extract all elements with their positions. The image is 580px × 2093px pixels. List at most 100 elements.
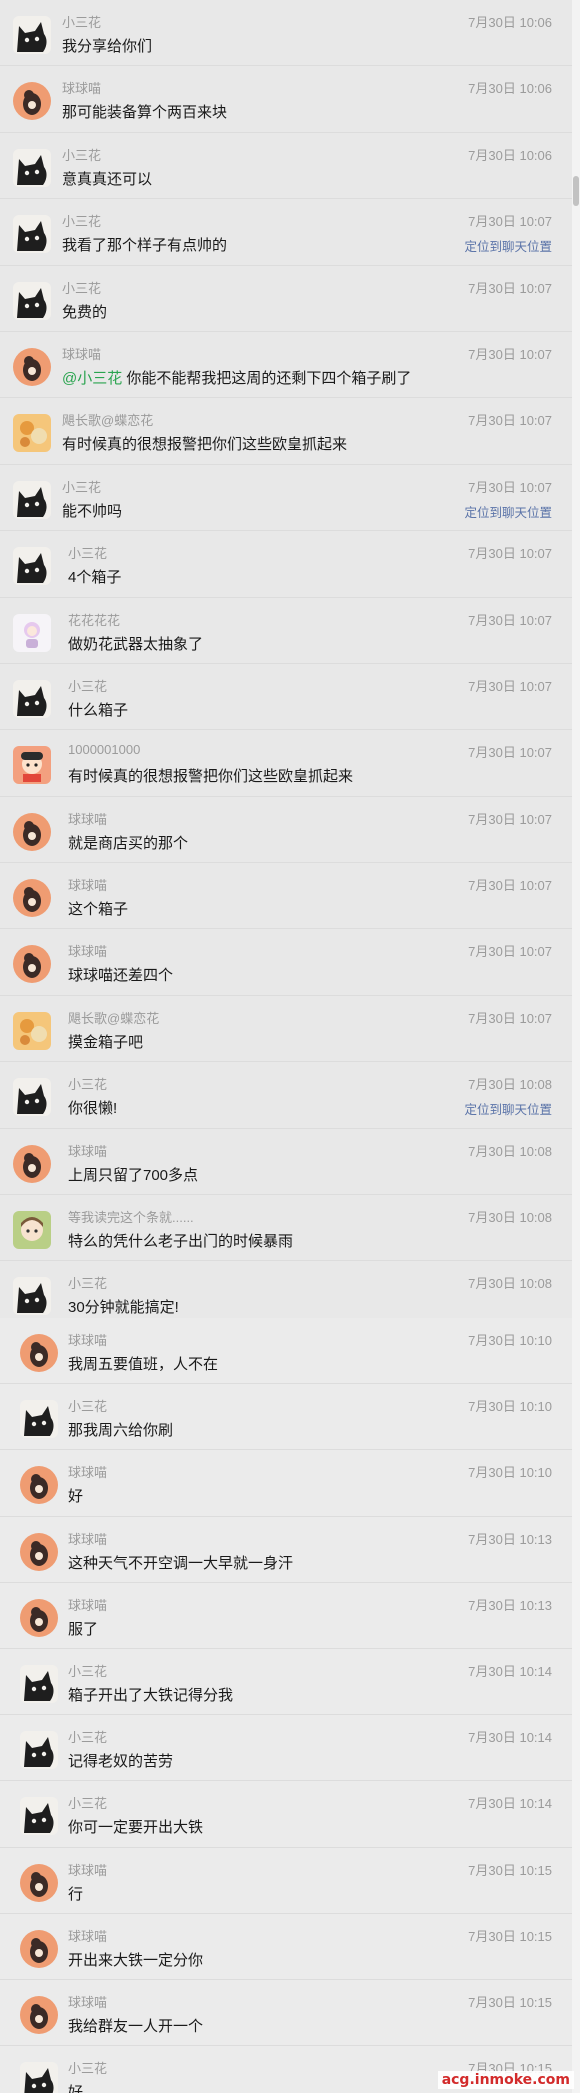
message-row[interactable]: 小三花 7月30日 10:08 你很懒! 定位到聊天位置 xyxy=(0,1062,572,1129)
message-time: 7月30日 10:07 xyxy=(468,413,552,429)
ball-avatar-icon[interactable] xyxy=(13,82,51,121)
ball-avatar-icon[interactable] xyxy=(20,1863,58,1902)
red-avatar-icon[interactable] xyxy=(13,746,51,785)
cat-avatar-icon[interactable] xyxy=(20,1400,58,1439)
sender-name: 球球喵 xyxy=(68,944,108,960)
message-row[interactable]: 等我读完这个条就...... 7月30日 10:08 特么的凭什么老子出门的时候暴雨 xyxy=(0,1195,572,1262)
cat-avatar-icon[interactable] xyxy=(20,2062,58,2093)
message-row[interactable]: 小三花 7月30日 10:10 那我周六给你刷 xyxy=(0,1384,572,1451)
message-time: 7月30日 10:14 xyxy=(468,1663,552,1679)
orange-avatar-icon[interactable] xyxy=(13,414,51,453)
message-row[interactable]: 小三花 7月30日 10:14 你可一定要开出大铁 xyxy=(0,1781,572,1848)
cat-avatar-icon[interactable] xyxy=(20,1664,58,1703)
message-row[interactable]: 小三花 7月30日 10:14 箱子开出了大铁记得分我 xyxy=(0,1649,572,1716)
message-row[interactable]: 球球喵 7月30日 10:13 这种天气不开空调一大早就一身汗 xyxy=(0,1517,572,1583)
ball-avatar-icon[interactable] xyxy=(20,1995,58,2034)
sender-name: 球球喵 xyxy=(68,1597,108,1613)
message-text: 你很懒! xyxy=(68,1100,118,1118)
message-list-top: 小三花 7月30日 10:06 我分享给你们 球球喵 7月30日 10:06 那可能装备算… xyxy=(0,0,572,1318)
cat-avatar-icon[interactable] xyxy=(13,480,51,519)
anime-avatar-icon[interactable] xyxy=(13,1211,51,1250)
message-time: 7月30日 10:10 xyxy=(468,1333,552,1348)
message-text: 就是商店买的那个 xyxy=(68,834,189,852)
cat-avatar-icon[interactable] xyxy=(13,16,51,54)
cat-avatar-icon[interactable] xyxy=(13,148,51,187)
locate-in-chat-link[interactable]: 定位到聊天位置 xyxy=(464,236,552,255)
message-text: 有时候真的很想报警把你们这些欧皇抓起来 xyxy=(62,436,348,454)
message-time: 7月30日 10:15 xyxy=(468,1994,552,2010)
message-text: 意真真还可以 xyxy=(62,170,153,188)
cat-avatar-icon[interactable] xyxy=(13,679,51,718)
message-row[interactable]: 小三花 7月30日 10:07 4个箱子 xyxy=(0,531,572,598)
cat-avatar-icon[interactable] xyxy=(20,1797,58,1836)
message-time: 7月30日 10:06 xyxy=(468,147,552,163)
message-list: 小三花 7月30日 10:06 我分享给你们 球球喵 7月30日 10:06 那可能装备算… xyxy=(0,0,572,1318)
ball-avatar-icon[interactable] xyxy=(20,1466,58,1505)
orange-avatar-icon[interactable] xyxy=(13,1011,51,1050)
message-time: 7月30日 10:07 xyxy=(468,811,552,827)
sender-name: 小三花 xyxy=(68,1663,108,1679)
mention-link[interactable]: @小三花 xyxy=(62,370,122,387)
pink-avatar-icon[interactable] xyxy=(13,613,51,652)
message-row[interactable]: 球球喵 7月30日 10:15 开出来大铁一定分你 xyxy=(0,1914,572,1980)
ball-avatar-icon[interactable] xyxy=(20,1929,58,1968)
ball-avatar-icon[interactable] xyxy=(13,1144,51,1183)
ball-avatar-icon[interactable] xyxy=(20,1532,58,1571)
message-row[interactable]: 球球喵 7月30日 10:10 我周五要值班，人不在 xyxy=(0,1318,572,1385)
message-row[interactable]: 球球喵 7月30日 10:08 上周只留了700多点 xyxy=(0,1129,572,1196)
message-time: 7月30日 10:13 xyxy=(468,1531,552,1547)
ball-avatar-icon[interactable] xyxy=(13,347,51,386)
cat-avatar-icon[interactable] xyxy=(20,1731,58,1770)
message-row[interactable]: 小三花 7月30日 10:07 免费的 xyxy=(0,266,572,332)
message-row[interactable]: 飓长歌@蝶恋花 7月30日 10:07 摸金箱子吧 xyxy=(0,996,572,1063)
sender-name: 球球喵 xyxy=(68,1531,108,1547)
message-row[interactable]: 球球喵 7月30日 10:15 行 xyxy=(0,1848,572,1914)
message-text: 上周只留了700多点 xyxy=(68,1166,199,1184)
message-row[interactable]: 小三花 7月30日 10:07 什么箱子 xyxy=(0,664,572,731)
message-text: 30分钟就能搞定! xyxy=(68,1299,179,1317)
message-row[interactable]: 球球喵 7月30日 10:07 球球喵还差四个 xyxy=(0,929,572,996)
cat-avatar-icon[interactable] xyxy=(13,215,51,254)
cat-avatar-icon[interactable] xyxy=(13,1277,51,1316)
message-time: 7月30日 10:10 xyxy=(468,1465,552,1481)
scrollbar[interactable] xyxy=(572,0,580,2093)
message-text: 有时候真的很想报警把你们这些欧皇抓起来 xyxy=(68,768,354,786)
message-row[interactable]: 球球喵 7月30日 10:10 好 xyxy=(0,1450,572,1517)
cat-avatar-icon[interactable] xyxy=(13,281,51,320)
message-text: 这个箱子 xyxy=(68,901,129,919)
locate-in-chat-link[interactable]: 定位到聊天位置 xyxy=(464,502,552,521)
message-row[interactable]: 球球喵 7月30日 10:13 服了 xyxy=(0,1583,572,1649)
cat-avatar-icon[interactable] xyxy=(13,547,51,586)
message-text: 那我周六给你刷 xyxy=(68,1422,174,1440)
ball-avatar-icon[interactable] xyxy=(20,1598,58,1637)
message-row[interactable]: 球球喵 7月30日 10:06 那可能装备算个两百来块 xyxy=(0,66,572,133)
locate-in-chat-link[interactable]: 定位到聊天位置 xyxy=(464,1099,552,1118)
message-text: 记得老奴的苦劳 xyxy=(68,1753,174,1771)
message-row[interactable]: 小三花 7月30日 10:07 我看了那个样子有点帅的 定位到聊天位置 xyxy=(0,199,572,266)
message-time: 7月30日 10:07 xyxy=(468,280,552,296)
message-row[interactable]: 小三花 7月30日 10:07 能不帅吗 定位到聊天位置 xyxy=(0,465,572,532)
ball-avatar-icon[interactable] xyxy=(13,879,51,918)
message-time: 7月30日 10:06 xyxy=(468,81,552,97)
message-text: 4个箱子 xyxy=(68,569,122,587)
sender-name: 小三花 xyxy=(62,214,102,230)
message-row[interactable]: 球球喵 7月30日 10:15 我给群友一人开一个 xyxy=(0,1980,572,2047)
message-row[interactable]: 球球喵 7月30日 10:07 就是商店买的那个 xyxy=(0,797,572,864)
sender-name: 飓长歌@蝶恋花 xyxy=(68,1010,160,1026)
ball-avatar-icon[interactable] xyxy=(13,945,51,984)
ball-avatar-icon[interactable] xyxy=(20,1334,58,1372)
ball-avatar-icon[interactable] xyxy=(13,812,51,851)
cat-avatar-icon[interactable] xyxy=(13,1078,51,1117)
message-row[interactable]: 花花花花 7月30日 10:07 做奶花武器太抽象了 xyxy=(0,598,572,664)
message-row[interactable]: 球球喵 7月30日 10:07 这个箱子 xyxy=(0,863,572,930)
message-list: 球球喵 7月30日 10:10 我周五要值班，人不在 小三花 7月30日 10:10 那我… xyxy=(0,1318,572,2093)
sender-name: 小三花 xyxy=(62,280,102,296)
message-row[interactable]: 小三花 7月30日 10:06 意真真还可以 xyxy=(0,133,572,200)
message-row[interactable]: 小三花 7月30日 10:08 30分钟就能搞定! xyxy=(0,1261,572,1318)
message-row[interactable]: 球球喵 7月30日 10:07 @小三花 你能不能帮我把这周的还剩下四个箱子刷了 xyxy=(0,332,572,399)
scrollbar-thumb[interactable] xyxy=(573,176,579,206)
message-row[interactable]: 1000001000 7月30日 10:07 有时候真的很想报警把你们这些欧皇抓起来 xyxy=(0,730,572,797)
message-row[interactable]: 小三花 7月30日 10:06 我分享给你们 xyxy=(0,0,572,67)
message-row[interactable]: 小三花 7月30日 10:14 记得老奴的苦劳 xyxy=(0,1715,572,1782)
message-row[interactable]: 飓长歌@蝶恋花 7月30日 10:07 有时候真的很想报警把你们这些欧皇抓起来 xyxy=(0,398,572,465)
